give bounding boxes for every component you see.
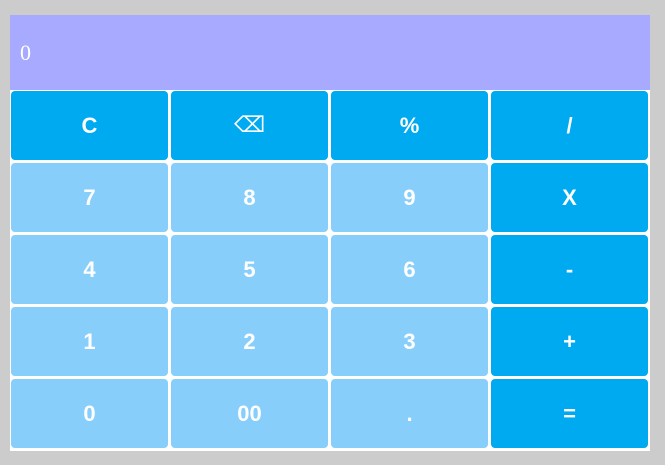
keypad: C ⌫ % / 7 8 9 X 4 5 6 - 1 2 3 + 0 00 . = [11, 91, 651, 448]
equals-button[interactable]: = [491, 379, 648, 448]
digit-8-button[interactable]: 8 [171, 163, 328, 232]
backspace-icon: ⌫ [233, 113, 266, 138]
digit-0-button[interactable]: 0 [11, 379, 168, 448]
double-zero-button[interactable]: 00 [171, 379, 328, 448]
digit-2-button[interactable]: 2 [171, 307, 328, 376]
multiply-button[interactable]: X [491, 163, 648, 232]
digit-9-button[interactable]: 9 [331, 163, 488, 232]
digit-4-button[interactable]: 4 [11, 235, 168, 304]
digit-5-button[interactable]: 5 [171, 235, 328, 304]
percent-button[interactable]: % [331, 91, 488, 160]
decimal-button[interactable]: . [331, 379, 488, 448]
digit-1-button[interactable]: 1 [11, 307, 168, 376]
add-button[interactable]: + [491, 307, 648, 376]
display-screen: 0 [10, 15, 650, 90]
digit-7-button[interactable]: 7 [11, 163, 168, 232]
calculator: 0 C ⌫ % / 7 8 9 X 4 5 6 - 1 2 3 + 0 00 .… [10, 15, 650, 451]
subtract-button[interactable]: - [491, 235, 648, 304]
divide-button[interactable]: / [491, 91, 648, 160]
digit-6-button[interactable]: 6 [331, 235, 488, 304]
backspace-button[interactable]: ⌫ [171, 91, 328, 160]
clear-button[interactable]: C [11, 91, 168, 160]
digit-3-button[interactable]: 3 [331, 307, 488, 376]
